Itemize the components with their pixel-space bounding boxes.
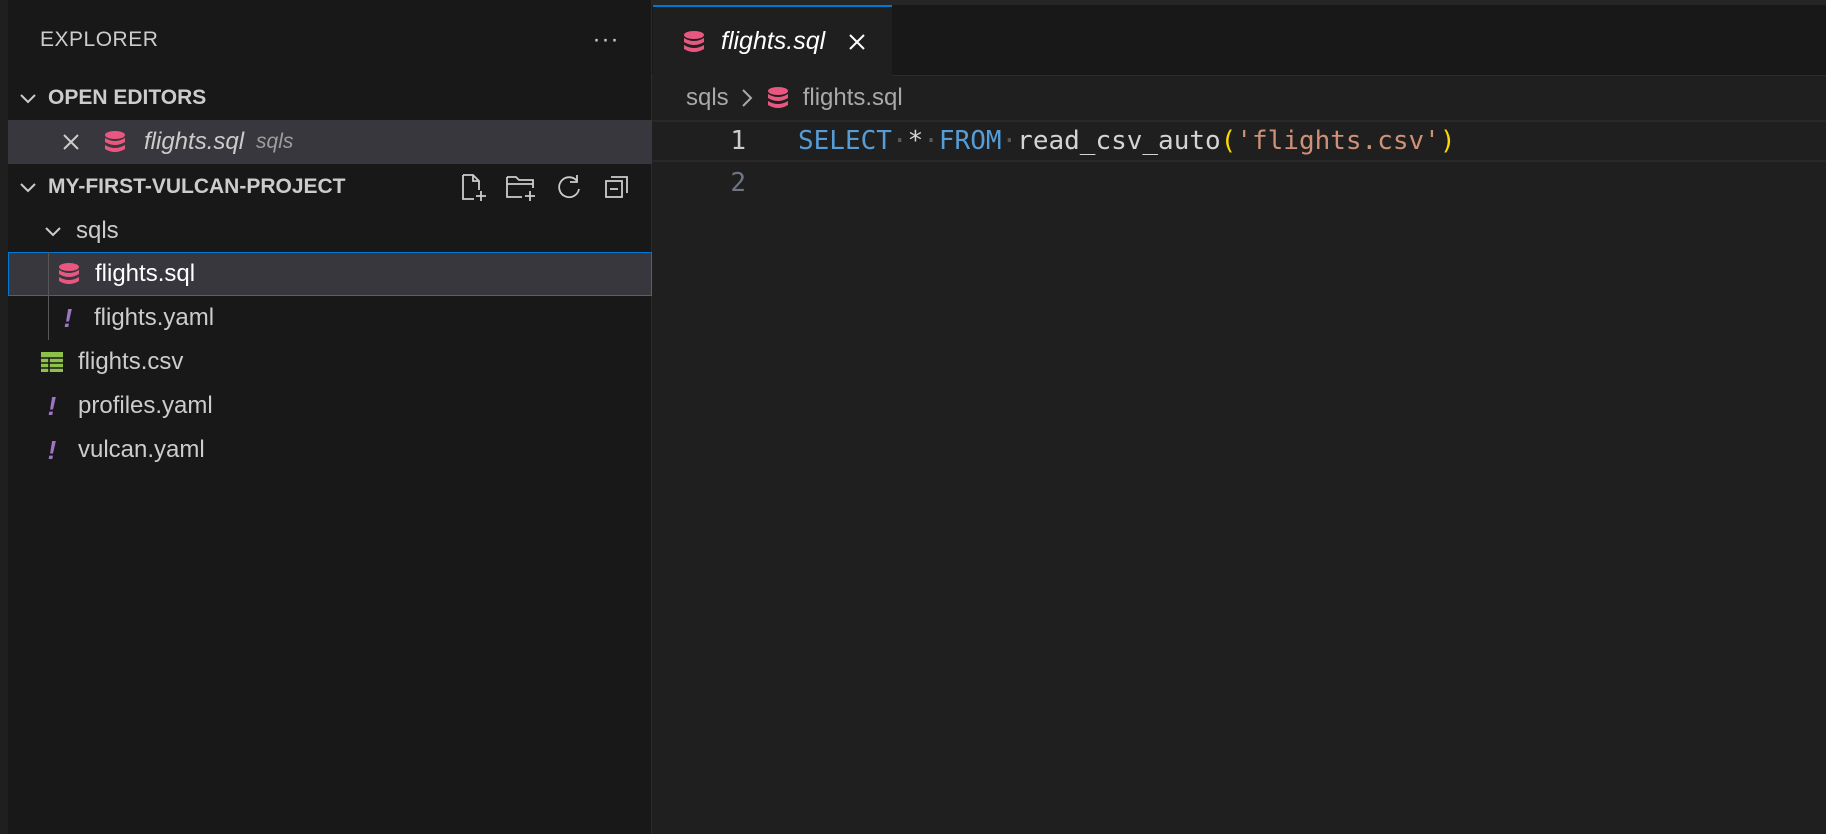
tree-item-flights-yaml[interactable]: ! flights.yaml [8,296,652,340]
database-icon [54,259,84,289]
tree-item-vulcan-yaml[interactable]: ! vulcan.yaml [8,428,652,472]
code-editor[interactable]: 1 SELECT·*·FROM·read_csv_auto('flights.c… [652,120,1826,834]
tree-item-label: flights.yaml [94,304,215,331]
vscode-window: EXPLORER ··· OPEN EDITORS flights.sql sq… [0,0,1826,834]
project-name: MY-FIRST-VULCAN-PROJECT [48,175,346,198]
function-token: read_csv_auto [1017,126,1221,156]
tree-folder-sqls[interactable]: sqls [8,209,652,253]
keyword-token: FROM [938,126,1002,156]
string-token: 'flights.csv' [1236,126,1440,156]
chevron-down-icon [8,88,48,109]
database-icon [100,127,130,157]
chevron-down-icon [8,177,48,198]
explorer-sidebar: EXPLORER ··· OPEN EDITORS flights.sql sq… [0,0,652,834]
close-icon[interactable] [847,32,867,52]
breadcrumb-file[interactable]: flights.sql [803,84,903,112]
table-icon [37,347,67,377]
yaml-icon: ! [47,434,57,465]
editor-tab-bar: flights.sql [652,5,1826,76]
paren-token: ( [1220,126,1237,156]
refresh-icon[interactable] [552,170,586,204]
keyword-token: SELECT [798,126,892,156]
yaml-icon: ! [63,302,73,333]
tree-item-profiles-yaml[interactable]: ! profiles.yaml [8,384,652,428]
tree-item-label: vulcan.yaml [78,436,205,463]
project-header[interactable]: MY-FIRST-VULCAN-PROJECT [8,167,652,207]
tree-item-label: flights.csv [78,348,184,375]
tab-flights-sql[interactable]: flights.sql [653,5,892,76]
yaml-icon: ! [47,390,57,421]
explorer-toolbar [456,167,634,207]
paren-token: ) [1439,126,1456,156]
explorer-title: EXPLORER [40,28,159,51]
line-number: 1 [730,126,746,156]
chevron-right-icon [741,88,753,108]
database-icon [763,83,793,113]
tree-item-flights-sql[interactable]: flights.sql [8,252,652,296]
new-folder-icon[interactable] [504,170,538,204]
open-editors-label: OPEN EDITORS [48,86,207,109]
tree-item-label: flights.sql [95,260,196,287]
more-actions-icon[interactable]: ··· [584,22,628,58]
chevron-down-icon [40,221,66,242]
tree-item-flights-csv[interactable]: flights.csv [8,340,652,384]
new-file-icon[interactable] [456,170,490,204]
code-text: SELECT·*·FROM·read_csv_auto('flights.csv… [798,126,1456,156]
code-line[interactable]: 2 [652,162,1826,204]
close-icon[interactable] [56,127,86,157]
indent-guide [48,252,49,340]
tab-label: flights.sql [721,27,826,55]
tree-item-label: sqls [76,217,119,244]
open-editor-item[interactable]: flights.sql sqls [8,120,652,164]
code-line[interactable]: 1 SELECT·*·FROM·read_csv_auto('flights.c… [652,120,1826,162]
open-editor-folder: sqls [256,130,294,153]
breadcrumb-folder[interactable]: sqls [686,84,729,112]
database-icon [679,27,709,57]
operator-token: * [907,126,924,156]
collapse-all-icon[interactable] [600,170,634,204]
open-editor-filename: flights.sql [144,128,245,155]
tree-item-label: profiles.yaml [78,392,213,419]
open-editors-header[interactable]: OPEN EDITORS [8,78,652,118]
line-number: 2 [730,168,746,198]
breadcrumb: sqls flights.sql [686,80,903,116]
